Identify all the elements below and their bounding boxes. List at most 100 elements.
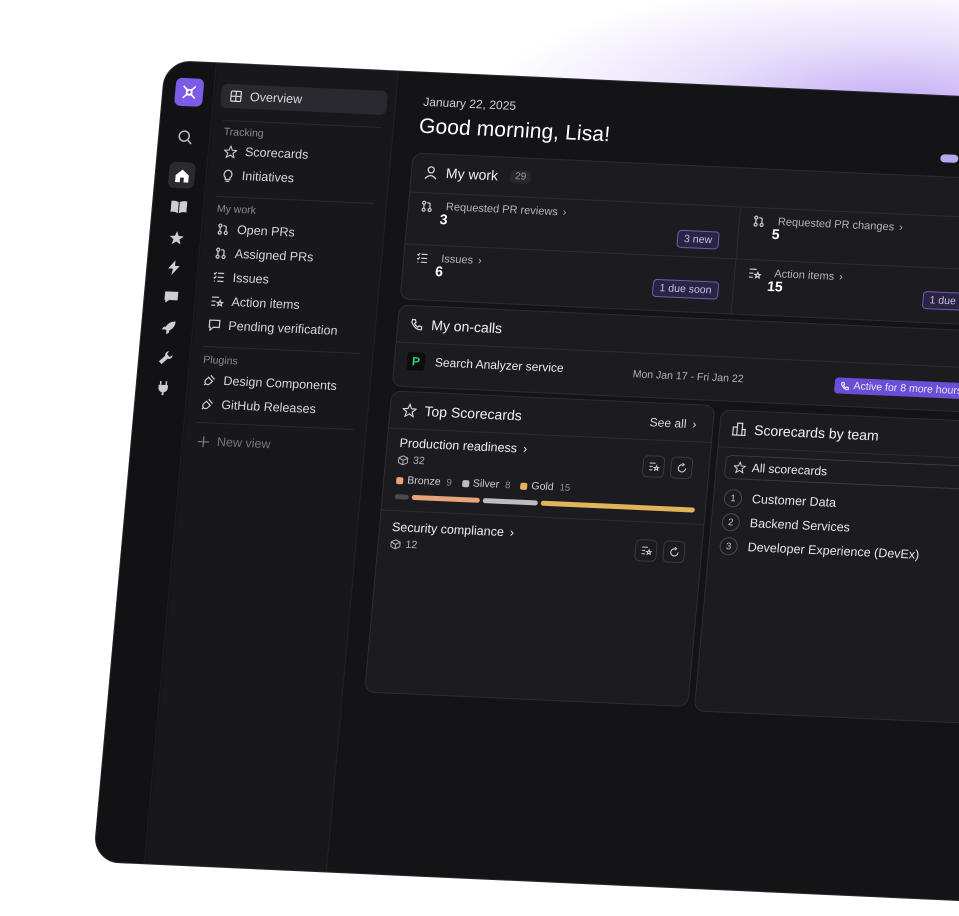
plug-icon[interactable]: [148, 374, 176, 401]
star-icon[interactable]: [162, 224, 190, 251]
chevron-right-icon: ›: [522, 441, 528, 456]
issues-summary[interactable]: Issues › 6: [414, 252, 482, 281]
on-call-service-row[interactable]: P Search Analyzer service: [406, 352, 564, 377]
tier-count: 8: [504, 479, 511, 491]
cube-icon: [390, 539, 401, 550]
tier-label: Bronze: [406, 474, 442, 489]
top-scorecards-title: Top Scorecards: [423, 403, 523, 424]
section-plugins: Plugins: [202, 353, 239, 368]
requested-pr-reviews[interactable]: Requested PR reviews › 3: [419, 200, 567, 233]
list-star-icon: [648, 462, 660, 472]
divider: [215, 195, 375, 204]
book-icon[interactable]: [165, 194, 193, 221]
team-row[interactable]: 2 Backend Services: [721, 512, 851, 537]
my-work-card: My work 29 Requested PR reviews › 3 3 ne…: [399, 152, 959, 328]
service-name: Search Analyzer service: [434, 355, 565, 376]
scorecard-name: Production readiness: [398, 436, 518, 456]
my-work-title: My work: [445, 165, 499, 184]
app-logo[interactable]: [173, 77, 205, 107]
scorecard-production-readiness[interactable]: Production readiness ›: [399, 436, 528, 456]
comment-check-icon: [208, 319, 221, 332]
cube-icon: [397, 455, 409, 466]
silver-swatch: [461, 479, 470, 487]
scorecard-list-button[interactable]: [641, 455, 666, 479]
section-tracking: Tracking: [223, 125, 265, 140]
pull-request-icon: [753, 215, 764, 228]
checklist-icon: [213, 271, 225, 283]
toggle-indicator[interactable]: [939, 154, 959, 163]
sidebar-item-action-items[interactable]: Action items: [210, 290, 301, 316]
rocket-icon[interactable]: [154, 314, 182, 341]
buildings-icon: [731, 422, 746, 437]
star-outline-icon: [223, 144, 238, 159]
sidebar-item-issues[interactable]: Issues: [212, 266, 270, 291]
scorecard-refresh-button[interactable]: [661, 540, 686, 564]
sidebar-item-pending-verification[interactable]: Pending verification: [207, 314, 338, 342]
wrench-icon[interactable]: [151, 344, 179, 371]
phone-icon: [841, 381, 849, 390]
plug-outline-icon: [201, 398, 213, 410]
sidebar-item-github-releases[interactable]: GitHub Releases: [200, 393, 316, 420]
search-icon[interactable]: [171, 124, 199, 151]
tier-legend: Bronze 9 Silver 8 Gold 15: [395, 474, 581, 494]
new-view-button[interactable]: New view: [197, 430, 271, 455]
top-scorecards-header: Top Scorecards: [401, 402, 523, 424]
see-all-link[interactable]: See all ›: [649, 415, 697, 431]
scorecards-by-team-card: Scorecards by team All scorecards 1 Cust…: [693, 409, 959, 726]
tier-count: 9: [446, 476, 453, 489]
current-date: January 22, 2025: [422, 94, 517, 113]
status-text: Active for 8 more hours: [853, 380, 959, 398]
sidebar-item-label: GitHub Releases: [220, 397, 317, 417]
refresh-icon: [677, 462, 686, 472]
divider: [195, 421, 354, 430]
team-row[interactable]: 1 Customer Data: [723, 488, 837, 512]
scorecards-by-team-header: Scorecards by team: [731, 421, 879, 444]
action-items-label-row: Action items ›: [748, 267, 844, 284]
home-icon[interactable]: [167, 161, 196, 189]
on-calls-title: My on-calls: [430, 317, 503, 337]
sidebar-item-label: Initiatives: [241, 168, 295, 186]
chevron-right-icon: ›: [898, 221, 904, 234]
chevron-right-icon: ›: [838, 271, 844, 284]
requested-pr-changes[interactable]: Requested PR changes › 5: [751, 215, 903, 248]
chat-icon[interactable]: [157, 284, 185, 311]
tier-silver: Silver 8: [461, 477, 511, 491]
action-items-summary[interactable]: Action items › 15: [746, 267, 843, 297]
scorecard-security-compliance[interactable]: Security compliance ›: [391, 520, 514, 539]
team-name: Backend Services: [749, 516, 851, 535]
sidebar-item-initiatives[interactable]: Initiatives: [221, 164, 295, 189]
sidebar-item-overview[interactable]: Overview: [219, 83, 389, 116]
bar-segment-bronze: [411, 494, 481, 503]
sidebar-item-scorecards[interactable]: Scorecards: [223, 140, 309, 166]
scorecard-entity-count: 12: [390, 538, 418, 551]
team-rank: 2: [721, 512, 741, 532]
page-title: Good morning, Lisa!: [418, 114, 612, 147]
bolt-icon[interactable]: [159, 254, 187, 281]
bar-segment-gold: [540, 500, 696, 513]
sidebar-item-label: Assigned PRs: [234, 246, 315, 265]
sidebar-item-assigned-prs[interactable]: Assigned PRs: [214, 242, 314, 268]
list-star-icon: [748, 268, 762, 280]
list-star-icon: [641, 546, 652, 556]
divider: [202, 345, 361, 354]
scorecard-refresh-button[interactable]: [669, 456, 694, 480]
scorecard-filter-select[interactable]: All scorecards: [723, 454, 959, 493]
divider: [730, 206, 742, 314]
scorecard-entity-count: 32: [397, 454, 425, 467]
team-name: Developer Experience (DevEx): [747, 540, 920, 562]
scorecard-list-button[interactable]: [633, 539, 658, 563]
sidebar-item-label: Scorecards: [244, 144, 309, 162]
sidebar-item-open-prs[interactable]: Open PRs: [216, 218, 296, 243]
user-icon: [424, 166, 437, 180]
pagerduty-logo: P: [406, 352, 426, 371]
bronze-swatch: [395, 476, 404, 484]
my-work-count: 29: [509, 169, 532, 184]
see-all-label: See all: [649, 415, 688, 431]
sidebar-item-label: Action items: [230, 294, 301, 313]
chevron-right-icon: ›: [477, 254, 483, 268]
issues-label-row: Issues ›: [416, 252, 483, 268]
team-row[interactable]: 3 Developer Experience (DevEx): [718, 536, 920, 564]
tier-bronze: Bronze 9: [395, 474, 453, 489]
section-my-work: My work: [216, 202, 257, 217]
sidebar-item-design-components[interactable]: Design Components: [202, 369, 337, 397]
